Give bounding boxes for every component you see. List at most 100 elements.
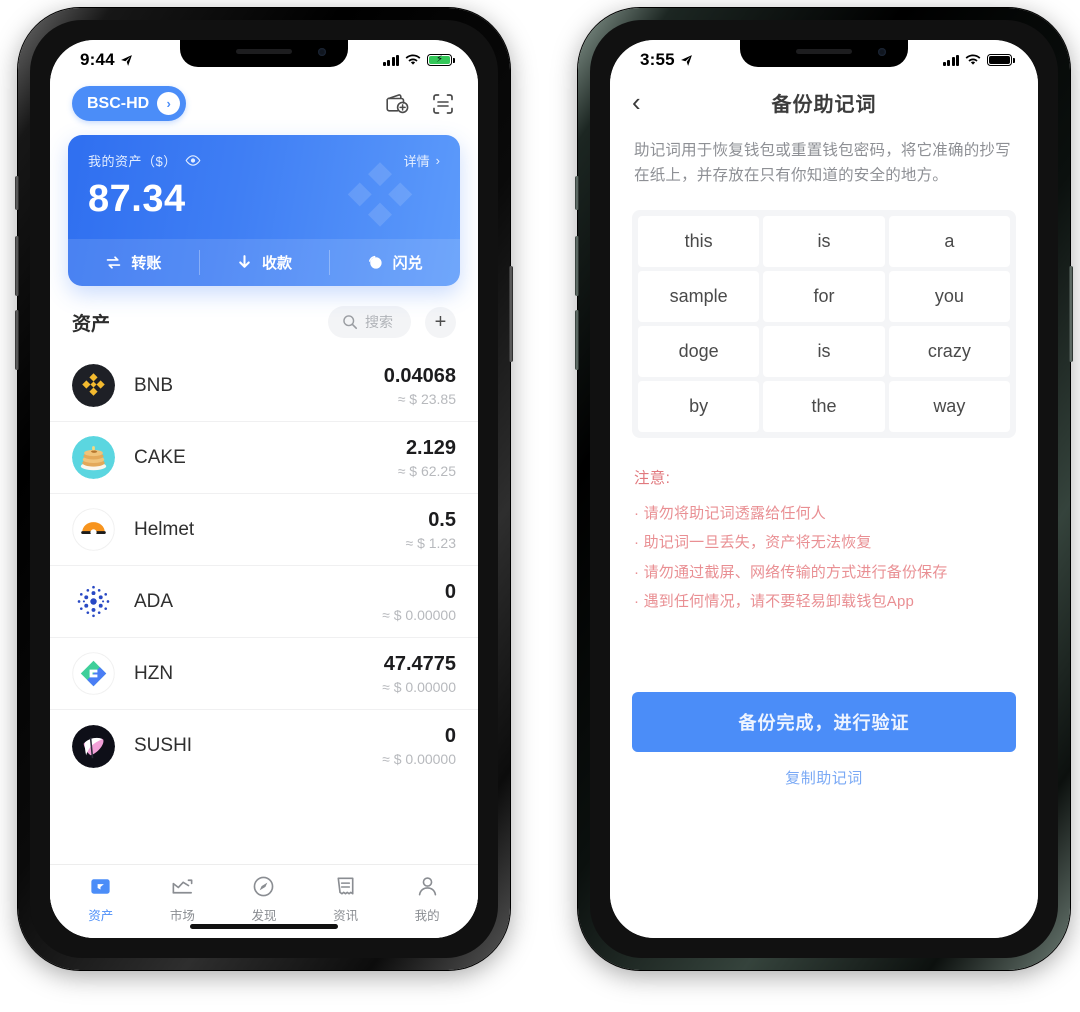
mute-switch[interactable] (575, 176, 579, 210)
right-phone-inner: 3:55 ‹ 备份助记词 助记词用于恢复钱包或重置钱包密码，将它准确的抄写在纸上… (590, 20, 1058, 958)
mnemonic-word[interactable]: this (638, 216, 760, 268)
asset-symbol: ADA (134, 590, 174, 612)
balance-amount: 87.34 (88, 178, 186, 220)
balance-detail-link[interactable]: 详情 › (404, 151, 440, 170)
search-input[interactable]: 搜索 (328, 306, 411, 338)
wallet-icon (91, 879, 110, 894)
power-button[interactable] (509, 266, 513, 362)
notice-item: · 请勿通过截屏、网络传输的方式进行备份保存 (634, 563, 948, 581)
wallet-header: BSC-HD › (50, 76, 478, 129)
bottom-spacer (610, 788, 1038, 938)
notice-section: 注意: · 请勿将助记词透露给任何人 · 助记词一旦丢失，资产将无法恢复 · 请… (610, 438, 1038, 616)
table-row[interactable]: HZN 47.4775 ≈ $ 0.00000 (50, 638, 478, 710)
notice-title: 注意: (634, 470, 671, 488)
mnemonic-word[interactable]: crazy (888, 326, 1010, 378)
asset-amount: 2.129 (405, 436, 456, 459)
mnemonic-word[interactable]: is (763, 326, 885, 378)
mnemonic-word[interactable]: you (888, 271, 1010, 323)
asset-symbol: Helmet (134, 518, 195, 540)
notice-item: · 遇到任何情况，请不要轻易卸载钱包App (634, 592, 915, 610)
volume-down-button[interactable] (575, 310, 579, 370)
balance-card-top: 我的资产（$） 详情 › 87.34 (68, 135, 460, 239)
mnemonic-grid: this is a sample for you doge is crazy b… (638, 216, 1010, 433)
table-row[interactable]: ADA 0 ≈ $ 0.00000 (50, 566, 478, 638)
status-time-group: 3:55 (640, 50, 693, 70)
balance-card[interactable]: 我的资产（$） 详情 › 87.34 转账 收款 闪兑 (68, 135, 460, 286)
asset-usd-value: ≈ $ 0.00000 (382, 678, 456, 695)
assets-title: 资产 (72, 313, 111, 335)
asset-usd-value: ≈ $ 23.85 (397, 390, 456, 407)
balance-label-group: 我的资产（$） (88, 151, 201, 170)
mnemonic-word[interactable]: by (638, 381, 760, 433)
tab-discover-label: 发现 (251, 909, 277, 923)
mnemonic-panel: this is a sample for you doge is crazy b… (632, 210, 1016, 439)
asset-amount: 0.04068 (383, 364, 456, 387)
asset-symbol: CAKE (134, 446, 186, 468)
tab-assets[interactable]: 资产 (60, 874, 142, 924)
tab-market[interactable]: 市场 (142, 874, 224, 924)
tab-news-label: 资讯 (333, 909, 359, 923)
table-row[interactable]: SUSHI 0 ≈ $ 0.00000 (50, 710, 478, 782)
wallet-add-icon[interactable] (384, 91, 410, 117)
balance-card-header-row: 我的资产（$） 详情 › (88, 151, 440, 170)
left-phone-inner: 9:44 ⚡ BSC-HD › 我的资产（$） 详情 › 87.34 转账 收款… (30, 20, 498, 958)
asset-usd-value: ≈ $ 62.25 (397, 462, 456, 479)
action-transfer[interactable]: 转账 (68, 239, 199, 286)
wifi-icon (965, 54, 981, 65)
ada-coin-icon (72, 580, 115, 623)
right-phone-device: 3:55 ‹ 备份助记词 助记词用于恢复钱包或重置钱包密码，将它准确的抄写在纸上… (575, 8, 1073, 970)
confirm-backup-button[interactable]: 备份完成，进行验证 (632, 692, 1016, 752)
bnb-coin-icon (72, 364, 115, 407)
asset-amount: 0.5 (428, 508, 456, 531)
asset-symbol: HZN (134, 662, 174, 684)
power-button[interactable] (1069, 266, 1073, 362)
transfer-icon (107, 256, 121, 269)
action-flash-swap[interactable]: 闪兑 (329, 239, 460, 286)
action-receive-label: 收款 (262, 255, 293, 272)
wallet-app: 9:44 ⚡ BSC-HD › 我的资产（$） 详情 › 87.34 转账 收款… (50, 40, 478, 938)
mnemonic-word[interactable]: is (763, 216, 885, 268)
volume-down-button[interactable] (15, 310, 19, 370)
home-indicator[interactable] (190, 924, 338, 929)
tab-news[interactable]: 资讯 (305, 874, 387, 924)
chart-icon (172, 879, 193, 894)
asset-usd-value: ≈ $ 0.00000 (382, 751, 456, 767)
asset-values: 2.129 ≈ $ 62.25 (398, 437, 456, 479)
table-row[interactable]: CAKE 2.129 ≈ $ 62.25 (50, 422, 478, 494)
mnemonic-word[interactable]: a (888, 216, 1010, 268)
action-receive[interactable]: 收款 (198, 239, 330, 286)
mnemonic-word[interactable]: for (763, 271, 885, 323)
chevron-right-icon: › (435, 153, 440, 168)
table-row[interactable]: Helmet 0.5 ≈ $ 1.23 (50, 494, 478, 566)
right-status-bar: 3:55 (610, 40, 1038, 76)
tab-profile[interactable]: 我的 (386, 874, 468, 924)
asset-values: 0.04068 ≈ $ 23.85 (384, 365, 456, 407)
mnemonic-word[interactable]: sample (638, 271, 760, 323)
add-asset-button[interactable]: + (425, 306, 456, 338)
asset-list: BNB 0.04068 ≈ $ 23.85 CAKE 2.129 ≈ $ 62.… (50, 350, 478, 864)
eye-icon[interactable] (185, 155, 201, 166)
copy-mnemonic-link[interactable]: 复制助记词 (632, 752, 1016, 788)
battery-charging-icon: ⚡ (427, 54, 455, 66)
chain-selector-pill[interactable]: BSC-HD › (72, 86, 187, 121)
mute-switch[interactable] (15, 176, 19, 210)
scan-qr-icon[interactable] (430, 91, 456, 117)
volume-up-button[interactable] (15, 236, 19, 296)
asset-usd-value: ≈ $ 1.23 (405, 534, 457, 551)
asset-values: 0.5 ≈ $ 1.23 (406, 509, 457, 551)
helmet-coin-icon (72, 508, 115, 551)
mnemonic-word[interactable]: the (763, 381, 885, 433)
cellular-signal-icon (942, 54, 959, 66)
status-time-group: 9:44 (80, 50, 133, 70)
mnemonic-word[interactable]: way (888, 381, 1010, 433)
back-button[interactable]: ‹ (632, 89, 641, 115)
table-row[interactable]: BNB 0.04068 ≈ $ 23.85 (50, 350, 478, 422)
status-time: 9:44 (80, 50, 115, 69)
page-title: 备份助记词 (771, 93, 877, 116)
balance-label: 我的资产（$） (88, 154, 177, 169)
mnemonic-word[interactable]: doge (638, 326, 760, 378)
tab-discover[interactable]: 发现 (223, 874, 305, 924)
asset-symbol: SUSHI (134, 735, 193, 756)
right-phone-screen: 3:55 ‹ 备份助记词 助记词用于恢复钱包或重置钱包密码，将它准确的抄写在纸上… (610, 40, 1038, 938)
volume-up-button[interactable] (575, 236, 579, 296)
